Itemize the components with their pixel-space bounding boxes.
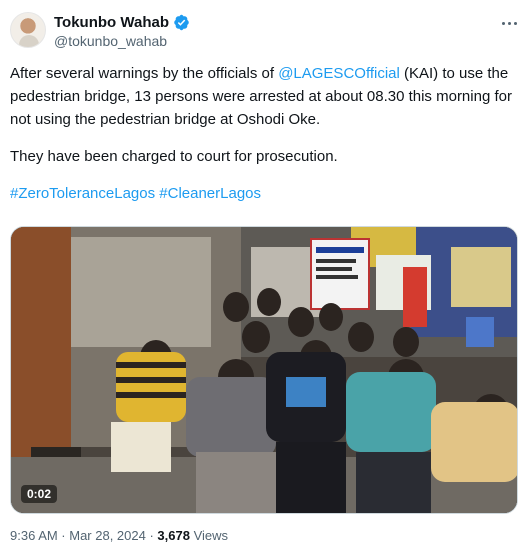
hashtag-link[interactable]: #ZeroToleranceLagos (10, 185, 155, 202)
handle[interactable]: @tokunbo_wahab (54, 33, 167, 49)
tweet-text: After several warnings by the officials … (10, 62, 520, 205)
paragraph-2: They have been charged to court for pros… (10, 148, 338, 165)
tweet-meta: 9:36 AM · Mar 28, 2024 · 3,678 Views (10, 528, 228, 543)
views-label: Views (189, 528, 229, 543)
avatar[interactable] (10, 12, 46, 48)
more-options-icon[interactable] (498, 14, 520, 32)
timestamp-link[interactable]: 9:36 AM · Mar 28, 2024 · (10, 528, 157, 543)
name-row: Tokunbo Wahab (54, 14, 190, 31)
hashtag-link[interactable]: #CleanerLagos (159, 185, 261, 202)
display-name[interactable]: Tokunbo Wahab (54, 14, 169, 31)
tweet-header: Tokunbo Wahab @tokunbo_wahab (10, 12, 522, 52)
views-count: 3,678 (157, 528, 190, 543)
paragraph-1: After several warnings by the officials … (10, 62, 520, 131)
video-timestamp: 0:02 (21, 485, 58, 503)
verified-badge-icon (174, 14, 189, 31)
mention-link[interactable]: @LAGESCOfficial (278, 65, 400, 82)
text-segment: After several warnings by the officials … (10, 65, 279, 82)
video-frame (11, 227, 517, 513)
hashtags: #ZeroToleranceLagos #CleanerLagos (10, 182, 520, 205)
video-player[interactable]: 0:02 (10, 226, 518, 514)
